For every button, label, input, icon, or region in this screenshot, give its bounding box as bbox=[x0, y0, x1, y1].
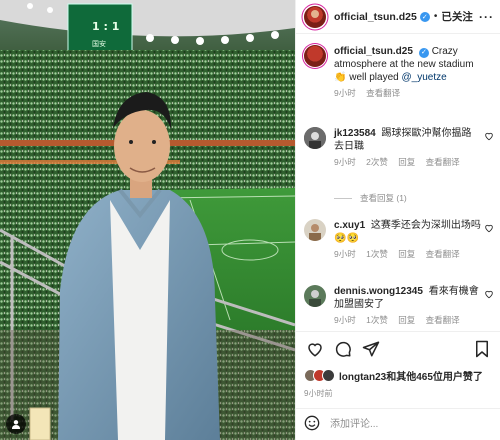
caption-text-end: well played bbox=[349, 72, 399, 83]
verified-badge-icon: ✓ bbox=[418, 47, 429, 58]
follow-status-button[interactable]: 已关注 bbox=[441, 9, 473, 24]
emoji-picker-icon[interactable] bbox=[304, 415, 320, 431]
comment-item: c.xuy1 这赛季还会为深圳出场吗 🥺🥺 9小时 1次赞 回复 查看翻译 bbox=[296, 219, 500, 263]
action-icons bbox=[306, 340, 496, 360]
commenter-username[interactable]: jk123584 bbox=[334, 128, 376, 139]
post-detail-panel: official_tsun.d25 ✓ • 已关注 ··· official_t… bbox=[295, 0, 500, 440]
scoreboard: 1 : 1 国安 bbox=[70, 6, 134, 54]
caption-username[interactable]: official_tsun.d25 bbox=[334, 46, 413, 57]
scoreboard-label: 国安 bbox=[92, 40, 106, 48]
comment-time: 9小时 bbox=[334, 249, 356, 259]
comment-meta: 9小时 2次赞 回复 查看翻译 bbox=[334, 156, 481, 169]
separator-dot: • bbox=[433, 11, 438, 22]
caption-translate-link[interactable]: 查看翻译 bbox=[366, 88, 400, 98]
commenter-avatar[interactable] bbox=[304, 127, 326, 149]
commenter-avatar[interactable] bbox=[304, 219, 326, 241]
commenter-avatar[interactable] bbox=[304, 285, 326, 307]
likes-summary[interactable]: longtan23和其他465位用户赞了 bbox=[304, 368, 483, 383]
comment-time: 9小时 bbox=[334, 315, 356, 325]
comment-reply-button[interactable]: 回复 bbox=[398, 249, 415, 259]
replies-divider bbox=[334, 197, 352, 199]
comment-body: dennis.wong12345 看來有機會加盟國安了 9小时 1次赞 回复 查… bbox=[334, 285, 481, 327]
like-comment-heart-icon[interactable] bbox=[484, 289, 494, 299]
caption-mention-link[interactable]: @_yuetze bbox=[402, 72, 447, 83]
verified-badge-icon: ✓ bbox=[419, 11, 430, 22]
commenter-username[interactable]: c.xuy1 bbox=[334, 220, 365, 231]
comment-likes[interactable]: 1次赞 bbox=[366, 315, 388, 325]
caption-avatar[interactable] bbox=[304, 45, 326, 67]
author-username[interactable]: official_tsun.d25 bbox=[334, 11, 417, 23]
comments-scroll-area[interactable]: official_tsun.d25 ✓ Crazy atmosphere at t… bbox=[296, 35, 500, 330]
post-actions: longtan23和其他465位用户赞了 9小时前 添加评论... bbox=[296, 331, 500, 431]
like-comment-heart-icon[interactable] bbox=[484, 131, 494, 141]
caption-meta: 9小时 查看翻译 bbox=[334, 87, 481, 100]
post-caption: official_tsun.d25 ✓ Crazy atmosphere at t… bbox=[296, 45, 500, 115]
comment-meta: 9小时 1次赞 回复 查看翻译 bbox=[334, 248, 481, 261]
stadium-photo-illustration bbox=[0, 0, 295, 440]
liker-avatar bbox=[322, 369, 335, 382]
scoreboard-score: 1 : 1 bbox=[92, 20, 120, 33]
comment-bubble-icon[interactable] bbox=[334, 340, 352, 358]
author-avatar[interactable] bbox=[304, 5, 326, 28]
commenter-username[interactable]: dennis.wong12345 bbox=[334, 286, 423, 297]
caption-time: 9小时 bbox=[334, 88, 356, 98]
save-bookmark-icon[interactable] bbox=[474, 340, 490, 358]
comment-meta: 9小时 1次赞 回复 查看翻译 bbox=[334, 314, 481, 327]
comment-likes[interactable]: 2次赞 bbox=[366, 157, 388, 167]
like-heart-icon[interactable] bbox=[306, 340, 324, 358]
comment-translate-link[interactable]: 查看翻译 bbox=[426, 249, 460, 259]
add-comment-bar[interactable]: 添加评论... bbox=[296, 408, 500, 436]
view-replies-link[interactable]: 查看回复 (1) bbox=[334, 192, 407, 204]
comment-reply-button[interactable]: 回复 bbox=[398, 315, 415, 325]
comment-translate-link[interactable]: 查看翻译 bbox=[426, 157, 460, 167]
comment-likes[interactable]: 1次赞 bbox=[366, 249, 388, 259]
comment-emoji: 🥺🥺 bbox=[334, 233, 359, 244]
likes-summary-text[interactable]: longtan23和其他465位用户赞了 bbox=[339, 368, 483, 383]
comment-body: jk123584 踢球探歐沖幫你揾路去日職 9小时 2次赞 回复 查看翻译 bbox=[334, 127, 481, 169]
comment-text: 这赛季还会为深圳出场吗 bbox=[370, 220, 481, 231]
view-replies-label[interactable]: 查看回复 (1) bbox=[360, 192, 407, 204]
post-photo[interactable]: 1 : 1 国安 bbox=[0, 0, 295, 440]
add-comment-input[interactable]: 添加评论... bbox=[330, 415, 378, 430]
share-send-icon[interactable] bbox=[362, 340, 380, 358]
comment-translate-link[interactable]: 查看翻译 bbox=[426, 315, 460, 325]
tagged-user-icon[interactable] bbox=[6, 414, 26, 434]
comment-item: dennis.wong12345 看來有機會加盟國安了 9小时 1次赞 回复 查… bbox=[296, 285, 500, 330]
comment-body: c.xuy1 这赛季还会为深圳出场吗 🥺🥺 9小时 1次赞 回复 查看翻译 bbox=[334, 219, 481, 261]
comment-time: 9小时 bbox=[334, 157, 356, 167]
clapping-emoji-icon: 👏 bbox=[334, 72, 347, 83]
post-timestamp: 9小时前 bbox=[304, 389, 333, 398]
comment-reply-button[interactable]: 回复 bbox=[398, 157, 415, 167]
post-header: official_tsun.d25 ✓ • 已关注 ··· bbox=[296, 0, 500, 34]
caption-body: official_tsun.d25 ✓ Crazy atmosphere at t… bbox=[334, 45, 481, 100]
more-options-icon[interactable]: ··· bbox=[479, 10, 494, 24]
like-comment-heart-icon[interactable] bbox=[484, 223, 494, 233]
comment-item: jk123584 踢球探歐沖幫你揾路去日職 9小时 2次赞 回复 查看翻译 bbox=[296, 127, 500, 187]
